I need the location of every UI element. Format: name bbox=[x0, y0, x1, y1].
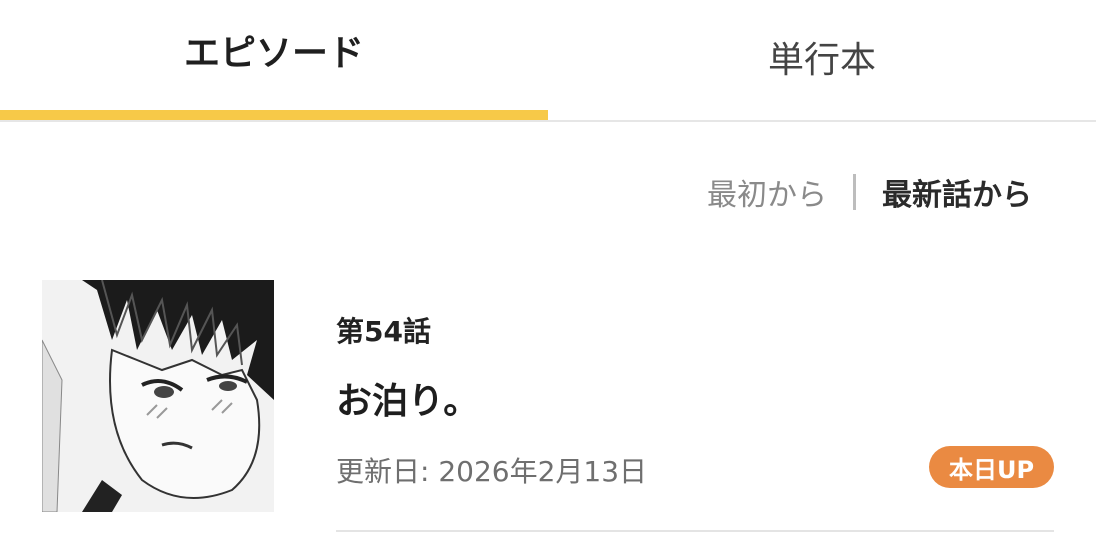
episode-number: 第54話 bbox=[336, 315, 431, 348]
new-today-badge: 本日UP bbox=[929, 446, 1054, 488]
sort-newest-button[interactable]: 最新話から bbox=[882, 170, 1032, 214]
sort-oldest-button[interactable]: 最初から bbox=[707, 170, 827, 214]
tab-bar: エピソード 単行本 bbox=[0, 0, 1096, 122]
active-tab-indicator bbox=[0, 110, 548, 120]
episode-list-item[interactable]: 第54話 お泊り。 更新日: 2026年2月13日 本日UP bbox=[0, 280, 1096, 534]
sort-bar: 最初から 最新話から bbox=[707, 170, 1032, 214]
manga-thumbnail-image bbox=[42, 280, 274, 512]
tab-episode[interactable]: エピソード bbox=[0, 0, 548, 122]
episode-update-date: 更新日: 2026年2月13日 bbox=[336, 455, 648, 488]
episode-thumbnail bbox=[42, 280, 274, 512]
row-divider bbox=[336, 530, 1054, 532]
sort-divider bbox=[853, 174, 856, 210]
episode-title: お泊り。 bbox=[336, 381, 480, 422]
tab-volume[interactable]: 単行本 bbox=[548, 0, 1096, 122]
